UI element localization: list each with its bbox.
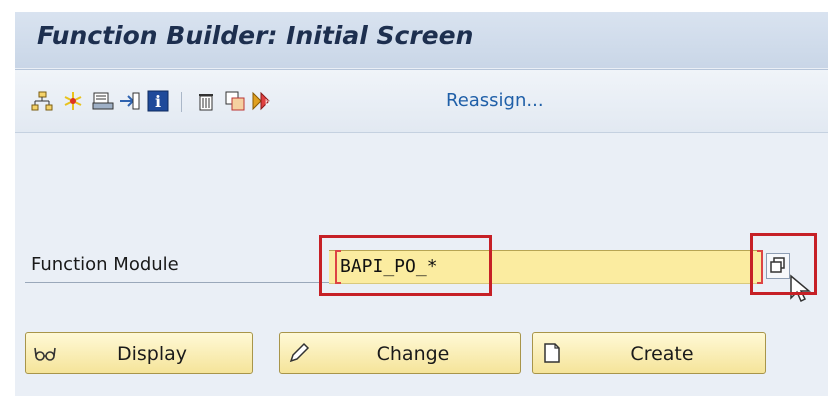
print-icon[interactable] <box>92 90 114 112</box>
screen-title: Function Builder: Initial Screen <box>37 21 474 50</box>
delete-icon[interactable] <box>195 90 217 112</box>
change-button[interactable]: Change <box>279 332 521 374</box>
copy-icon[interactable] <box>224 90 246 112</box>
label-underline <box>25 282 345 283</box>
create-button[interactable]: Create <box>532 332 766 374</box>
title-bar: Function Builder: Initial Screen <box>15 12 828 68</box>
input-highlight-box <box>319 235 492 296</box>
svg-text:i: i <box>155 92 161 111</box>
display-button-label: Display <box>116 343 188 365</box>
hierarchy-icon[interactable] <box>31 90 53 112</box>
svg-text:b: b <box>265 98 270 107</box>
rename-icon[interactable]: b <box>251 90 273 112</box>
sap-window: Function Builder: Initial Screen i b Rea… <box>15 12 828 396</box>
display-button[interactable]: Display <box>25 332 253 374</box>
create-button-label: Create <box>630 343 694 365</box>
sparkle-icon[interactable] <box>62 90 84 112</box>
value-help-highlight-box <box>750 233 817 295</box>
change-button-label: Change <box>376 343 450 365</box>
application-toolbar: i b Reassign... <box>15 69 828 133</box>
where-used-icon[interactable] <box>118 90 140 112</box>
reassign-link[interactable]: Reassign... <box>446 90 544 111</box>
info-icon[interactable]: i <box>147 90 169 112</box>
toolbar-separator <box>181 92 182 112</box>
function-module-label: Function Module <box>31 254 179 275</box>
